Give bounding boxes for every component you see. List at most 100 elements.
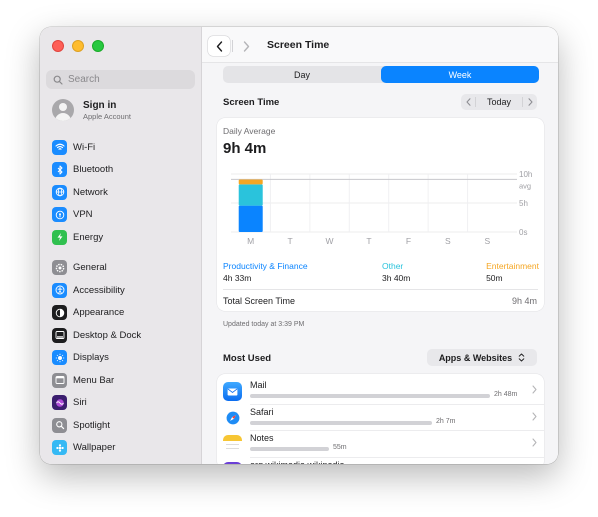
displays-icon xyxy=(52,350,67,366)
wifi-icon xyxy=(52,139,67,155)
segment-week[interactable]: Week xyxy=(381,66,539,83)
daily-average-value: 9h 4m xyxy=(223,140,267,157)
forward-button[interactable] xyxy=(235,36,257,56)
app-usage-time: 2h 7m xyxy=(436,417,456,425)
sidebar-group: Wi-Fi Bluetooth Network VPN Energy xyxy=(40,136,202,249)
app-usage-bar xyxy=(250,394,490,398)
spotlight-icon xyxy=(52,417,67,433)
chevron-left-icon xyxy=(216,40,222,52)
previous-period-button[interactable] xyxy=(461,98,475,106)
sidebar-item-accessibility[interactable]: Accessibility xyxy=(40,279,202,302)
today-button[interactable]: Today xyxy=(475,97,523,107)
energy-icon xyxy=(52,229,67,245)
chevron-up-down-icon xyxy=(518,353,525,362)
chart-bar-segment xyxy=(238,184,263,206)
category-time: 3h 40m xyxy=(382,273,411,283)
category-name: Other xyxy=(382,261,404,271)
chart-x-tick-label: T xyxy=(366,236,371,246)
dock-icon xyxy=(52,327,67,343)
sidebar-item-label: Spotlight xyxy=(73,419,110,431)
app-name: Safari xyxy=(250,406,274,417)
most-used-title: Most Used xyxy=(223,353,272,364)
category-name: Productivity & Finance xyxy=(223,261,308,271)
chart-average-label: avg xyxy=(519,181,531,190)
vpn-icon xyxy=(52,207,67,223)
app-name: org.wikimedia.wikipedia xyxy=(250,460,345,465)
chart-x-tick-label: F xyxy=(406,236,411,246)
sidebar-item-label: Accessibility xyxy=(73,284,125,296)
sidebar-item-energy[interactable]: Energy xyxy=(40,226,202,249)
back-button[interactable] xyxy=(208,36,230,56)
sidebar-item-label: Wi-Fi xyxy=(73,141,96,153)
sidebar-item-general[interactable]: General xyxy=(40,257,202,280)
chevron-right-icon xyxy=(243,40,249,52)
menubar-icon xyxy=(52,372,67,388)
most-used-row[interactable]: Safari 2h 7m xyxy=(217,405,544,432)
sidebar-item-label: Menu Bar xyxy=(73,374,115,386)
app-usage-bar xyxy=(250,447,329,451)
sidebar-item-label: Wallpaper xyxy=(73,442,116,454)
category-summary: Entertainment 50m xyxy=(486,261,539,283)
window-controls xyxy=(52,40,104,52)
chart-x-tick-label: M xyxy=(247,236,254,246)
category-name: Entertainment xyxy=(486,261,539,271)
chevron-left-icon xyxy=(465,98,471,106)
most-used-list: Mail 2h 48m Safari 2h 7m Notes 55m Worg.wikime… xyxy=(217,374,544,464)
chevron-right-icon xyxy=(532,438,537,447)
sidebar-item-siri[interactable]: Siri xyxy=(40,392,202,415)
updated-timestamp: Updated today at 3:39 PM xyxy=(223,321,305,328)
sidebar-item-appearance[interactable]: Appearance xyxy=(40,302,202,325)
sidebar-item-vpn[interactable]: VPN xyxy=(40,204,202,227)
chevron-right-icon xyxy=(532,411,537,421)
period-segmented-control: Day Week xyxy=(223,66,539,83)
sidebar-item-spotlight[interactable]: Spotlight xyxy=(40,414,202,437)
sidebar-item-desktop-dock[interactable]: Desktop & Dock xyxy=(40,324,202,347)
chart-y-tick-label: 10h xyxy=(519,170,532,179)
appearance-icon xyxy=(52,305,67,321)
chart-x-tick-label: S xyxy=(445,236,451,246)
app-name: Notes xyxy=(250,433,274,443)
search-input[interactable] xyxy=(68,74,188,85)
sidebar-item-network[interactable]: Network xyxy=(40,181,202,204)
screen-time-section-title: Screen Time xyxy=(223,97,280,108)
sidebar-item-label: VPN xyxy=(73,209,93,221)
most-used-row[interactable]: Mail 2h 48m xyxy=(217,378,544,405)
next-period-button[interactable] xyxy=(523,98,537,106)
most-used-filter-dropdown[interactable]: Apps & Websites xyxy=(427,349,537,366)
app-name: Mail xyxy=(250,380,267,390)
daily-average-label: Daily Average xyxy=(223,126,276,136)
globe-icon xyxy=(52,184,67,200)
sidebar-item-label: Network xyxy=(73,186,108,198)
category-summary: Other 3h 40m xyxy=(382,261,410,283)
sidebar: Sign in Apple Account Wi-Fi Bluetooth Netw… xyxy=(40,27,202,464)
sidebar-item-menu-bar[interactable]: Menu Bar xyxy=(40,369,202,392)
account-sign-in[interactable]: Sign in Apple Account xyxy=(52,99,131,121)
zoom-window-button[interactable] xyxy=(92,40,104,52)
sidebar-item-wallpaper[interactable]: Wallpaper xyxy=(40,437,202,460)
app-usage-time: 2h 48m xyxy=(494,391,518,398)
sidebar-item-label: Appearance xyxy=(73,307,125,319)
most-used-row[interactable]: Worg.wikimedia.wikipedia xyxy=(217,458,544,465)
most-used-row[interactable]: Notes 55m xyxy=(217,431,544,458)
search-icon xyxy=(53,75,63,85)
category-summary: Productivity & Finance 4h 33m xyxy=(223,261,308,283)
avatar xyxy=(52,99,74,121)
toolbar: Screen Time xyxy=(202,27,558,63)
accessibility-icon xyxy=(52,282,67,298)
notes-icon xyxy=(223,435,242,454)
sidebar-item-label: Energy xyxy=(73,231,104,243)
sidebar-item-displays[interactable]: Displays xyxy=(40,347,202,370)
minimize-window-button[interactable] xyxy=(72,40,84,52)
system-settings-window: Sign in Apple Account Wi-Fi Bluetooth Netw… xyxy=(40,27,558,464)
sidebar-item-label: Desktop & Dock xyxy=(73,329,142,341)
chart-x-tick-label: W xyxy=(326,236,334,246)
total-screen-time-label: Total Screen Time xyxy=(223,296,296,306)
sidebar-item-wi-fi[interactable]: Wi-Fi xyxy=(40,136,202,159)
sidebar-item-bluetooth[interactable]: Bluetooth xyxy=(40,159,202,182)
segment-day[interactable]: Day xyxy=(223,66,381,83)
close-window-button[interactable] xyxy=(52,40,64,52)
chevron-right-icon xyxy=(532,385,537,394)
total-screen-time-value: 9h 4m xyxy=(511,296,537,306)
search-field[interactable] xyxy=(46,70,195,89)
chart-y-tick-label: 5h xyxy=(519,199,528,208)
